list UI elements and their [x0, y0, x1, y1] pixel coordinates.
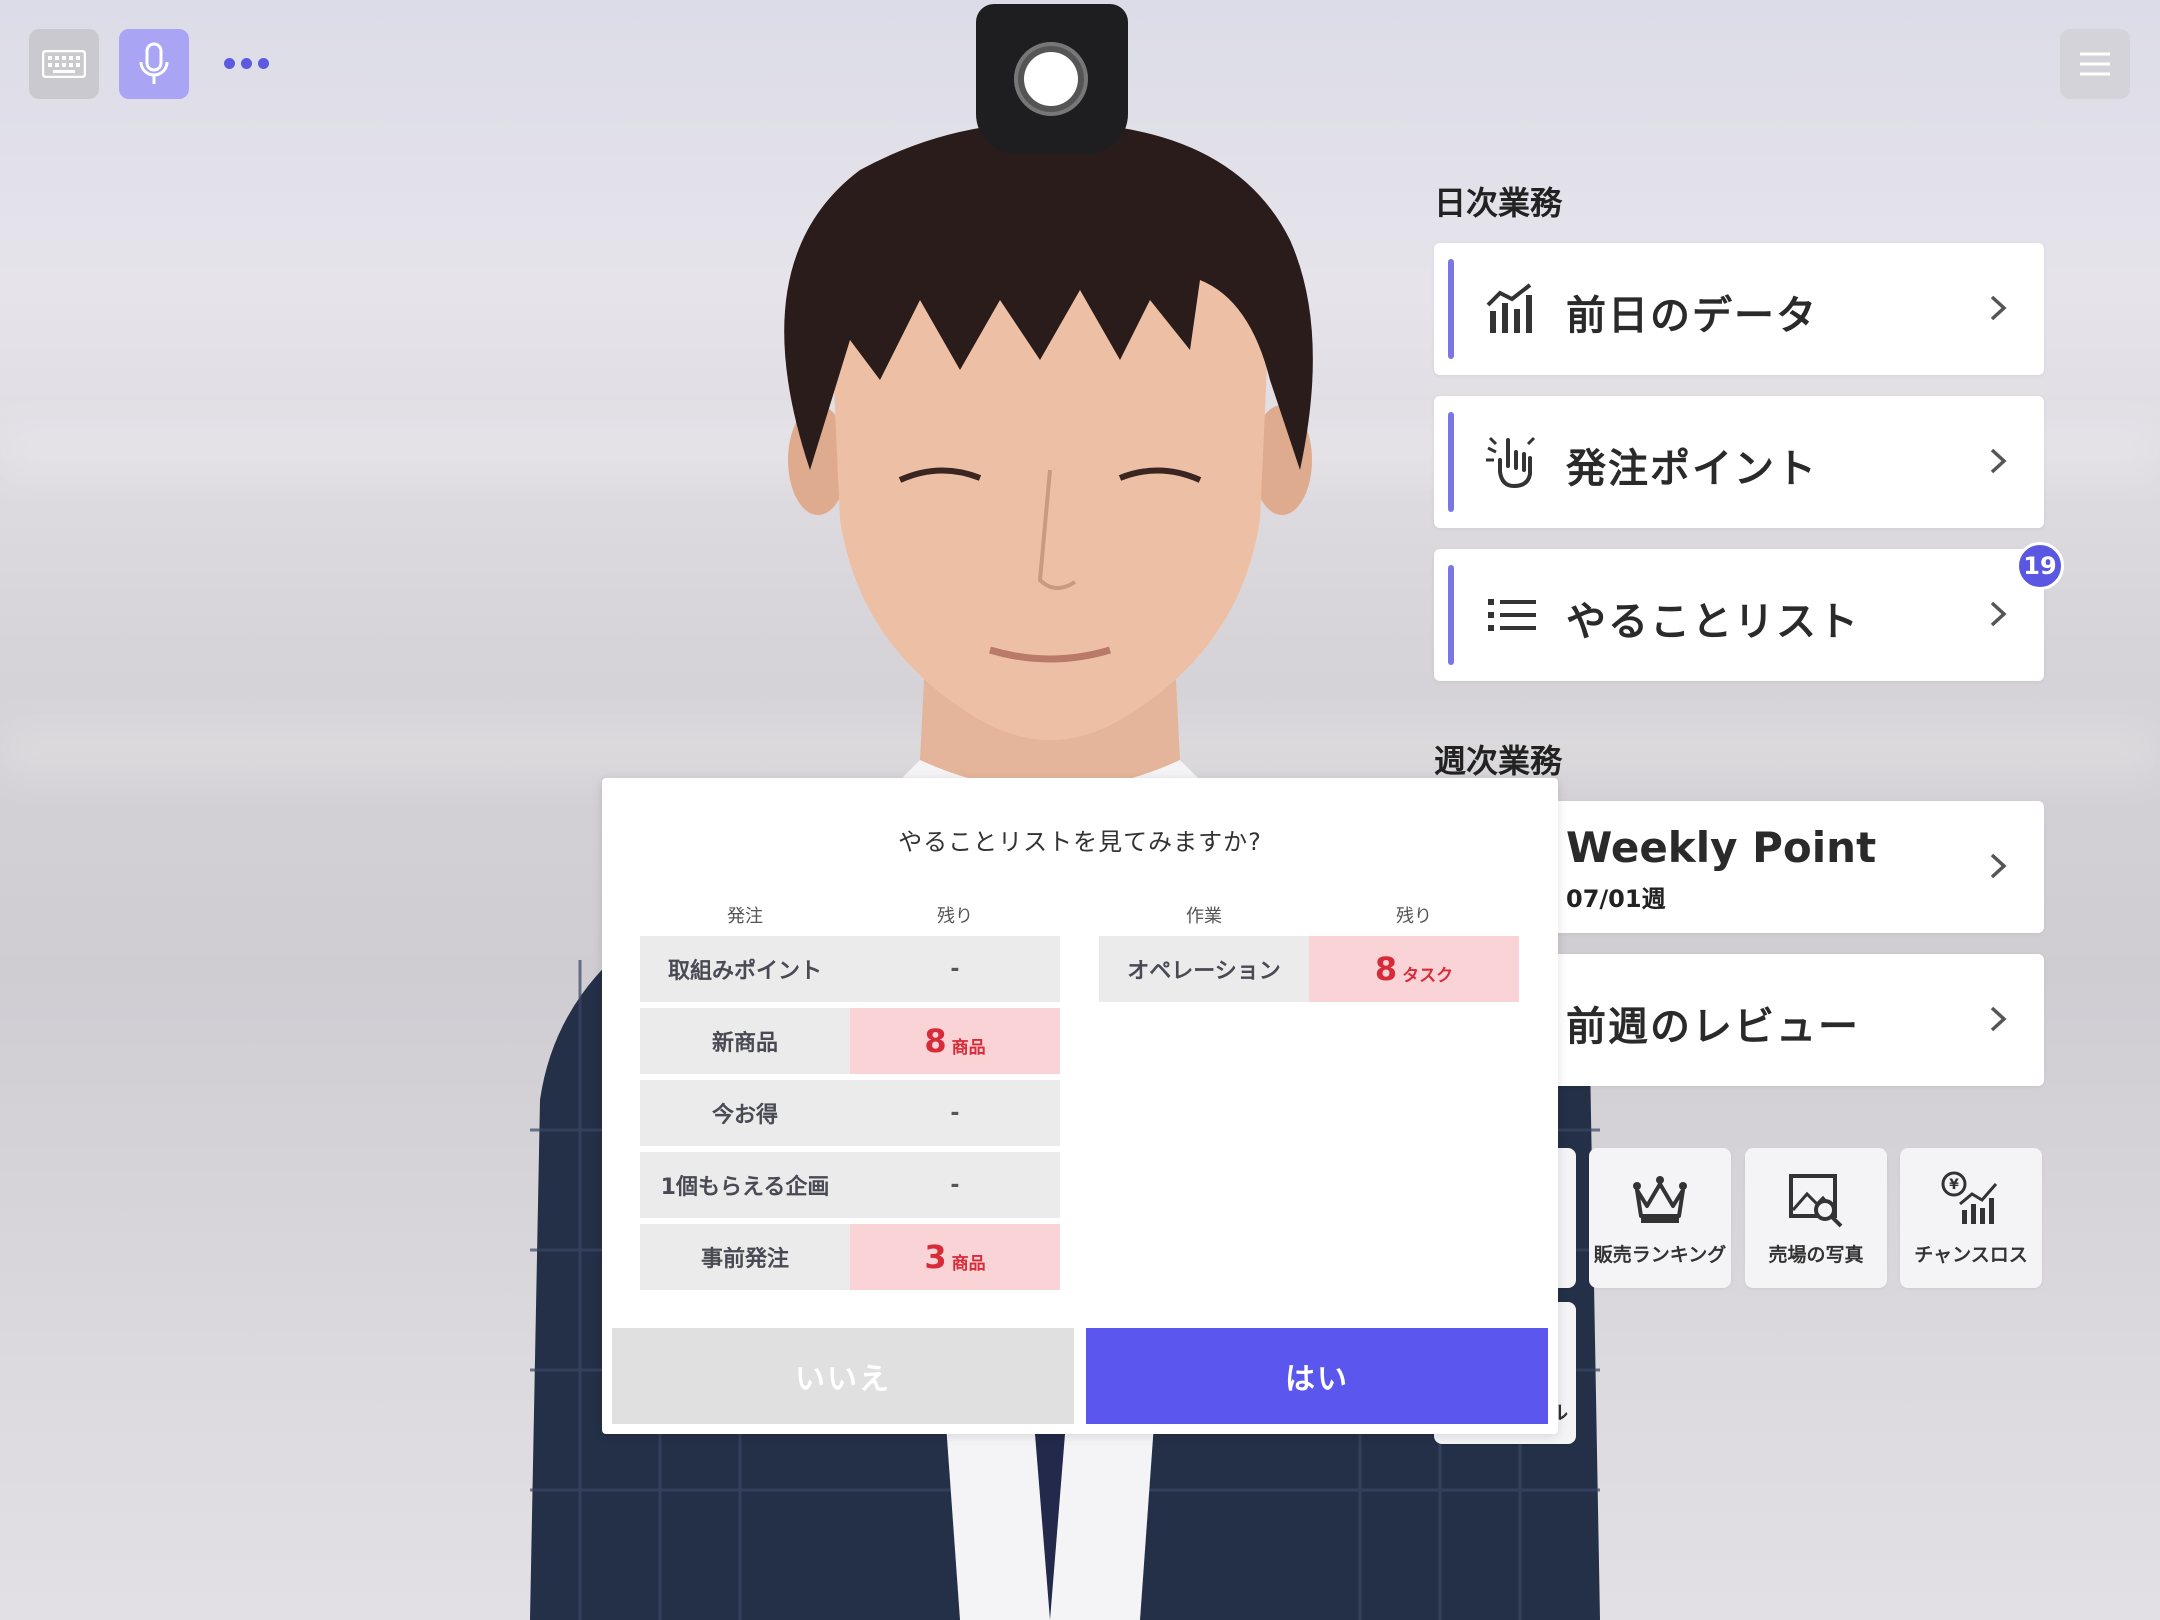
row-name: 取組みポイント [640, 936, 850, 1002]
daily-item-todo-list[interactable]: やることリスト [1434, 549, 2044, 681]
tile-store-photos[interactable]: 売場の写真 [1745, 1148, 1887, 1288]
yen-chart-icon: ¥ [1941, 1171, 1998, 1224]
row-name: 1個もらえる企画 [640, 1152, 850, 1218]
bar-chart-icon [1486, 283, 1532, 333]
hand-point-icon [1486, 436, 1536, 489]
list-icon [1488, 599, 1536, 631]
todo-count-badge: 19 [2016, 542, 2064, 590]
daily-section-title: 日次業務 [1434, 184, 1563, 222]
chevron-right-icon [1990, 448, 2007, 474]
row-value: 8 商品 [850, 1008, 1060, 1074]
weekly-item-label: 前週のレビュー [1566, 1004, 1860, 1050]
mic-icon [139, 42, 169, 84]
todo-confirm-dialog: やることリストを見てみますか? 発注 残り 作業 残り 取組みポイント - 新商… [602, 778, 1558, 1434]
chevron-right-icon [1990, 1006, 2007, 1032]
tile-label: チャンスロス [1914, 1244, 2028, 1266]
card-accent-bar [1448, 565, 1454, 665]
tile-chance-loss[interactable]: ¥ チャンスロス [1900, 1148, 2042, 1288]
yes-button[interactable]: はい [1086, 1328, 1548, 1424]
row-name: 今お得 [640, 1080, 850, 1146]
column-header: 発注 [727, 906, 763, 927]
weekly-item-sublabel: 07/01週 [1566, 885, 1666, 913]
crown-icon [1633, 1176, 1687, 1223]
card-accent-bar [1448, 412, 1454, 512]
chevron-right-icon [1990, 601, 2007, 627]
svg-text:¥: ¥ [1949, 1177, 1959, 1193]
chevron-right-icon [1990, 853, 2007, 879]
column-header: 残り [937, 906, 973, 927]
daily-item-label: 発注ポイント [1566, 446, 1818, 492]
record-button[interactable] [976, 4, 1128, 154]
daily-item-label: やることリスト [1566, 599, 1860, 645]
daily-item-order-point[interactable]: 発注ポイント [1434, 396, 2044, 528]
more-dots-icon[interactable] [222, 52, 270, 74]
card-accent-bar [1448, 259, 1454, 359]
daily-item-previous-day-data[interactable]: 前日のデータ [1434, 243, 2044, 375]
row-value: - [850, 936, 1060, 1002]
chevron-right-icon [1990, 295, 2007, 321]
weekly-section-title: 週次業務 [1434, 742, 1563, 780]
row-value: 8 タスク [1309, 936, 1519, 1002]
row-name: オペレーション [1099, 936, 1309, 1002]
keyboard-button[interactable] [29, 29, 99, 99]
row-name: 新商品 [640, 1008, 850, 1074]
weekly-item-label: Weekly Point [1566, 823, 1877, 872]
photo-search-icon [1789, 1174, 1843, 1228]
dialog-question: やることリストを見てみますか? [898, 828, 1262, 856]
tile-sales-ranking[interactable]: 販売ランキング [1589, 1148, 1731, 1288]
column-header: 作業 [1186, 906, 1222, 927]
record-dot [1024, 52, 1078, 106]
column-header: 残り [1396, 906, 1432, 927]
row-value: 3 商品 [850, 1224, 1060, 1290]
row-value: - [850, 1080, 1060, 1146]
menu-button[interactable] [2060, 29, 2130, 99]
hamburger-menu-icon [2080, 52, 2110, 76]
mic-button[interactable] [119, 29, 189, 99]
row-value: - [850, 1152, 1060, 1218]
keyboard-icon [42, 50, 86, 78]
tile-label: 売場の写真 [1768, 1244, 1864, 1266]
no-button[interactable]: いいえ [612, 1328, 1074, 1424]
tile-label: 販売ランキング [1593, 1244, 1727, 1266]
row-name: 事前発注 [640, 1224, 850, 1290]
daily-item-label: 前日のデータ [1566, 293, 1818, 339]
